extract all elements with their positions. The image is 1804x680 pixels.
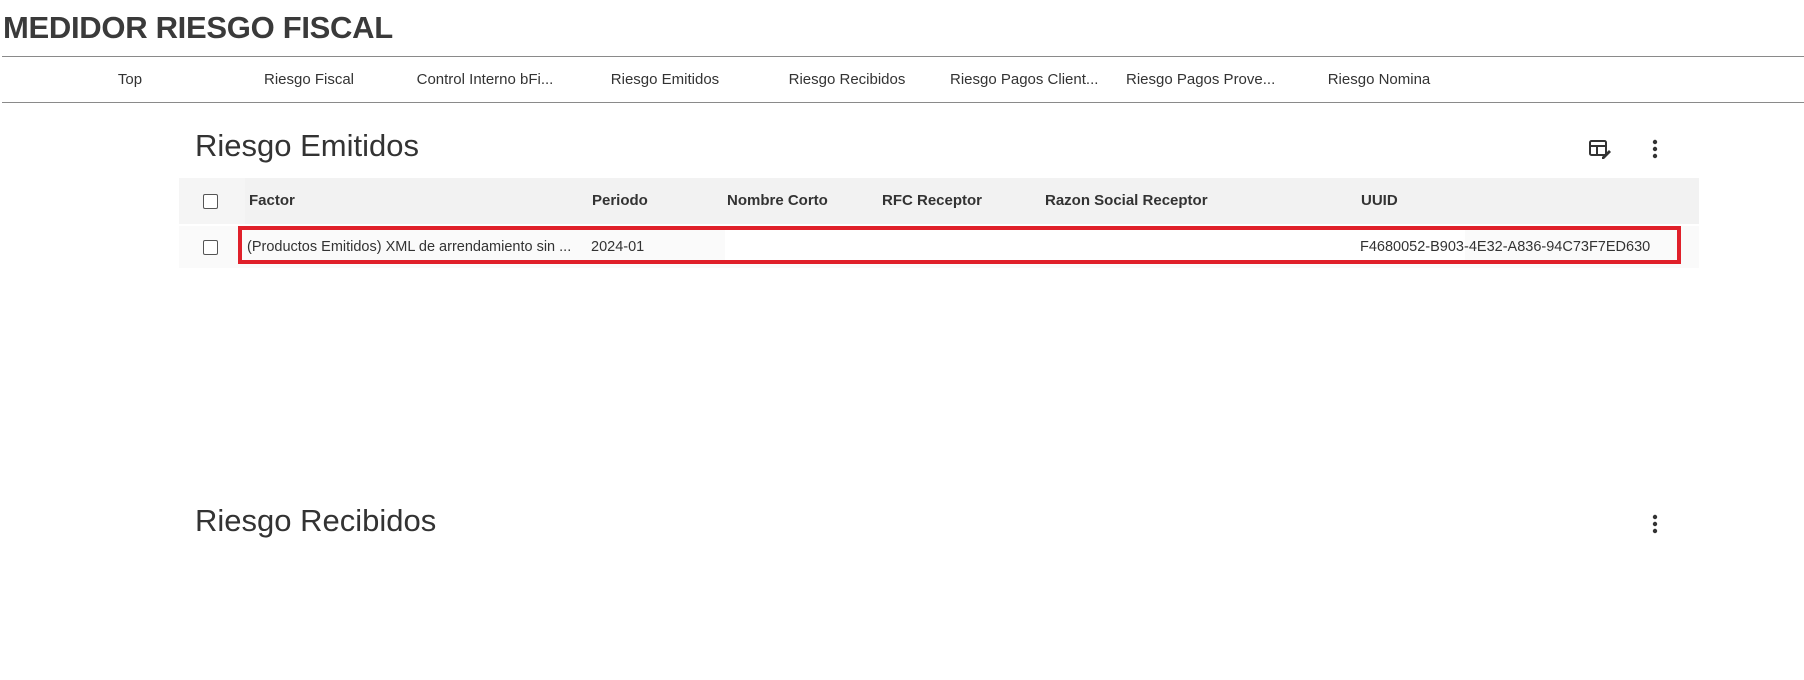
tab-riesgo-emitidos[interactable]: Riesgo Emitidos	[602, 57, 728, 102]
tab-riesgo-pagos-clientes[interactable]: Riesgo Pagos Client...	[950, 57, 1098, 102]
select-all-cell	[179, 178, 242, 224]
row-checkbox[interactable]	[203, 239, 218, 255]
section-title-emitidos: Riesgo Emitidos	[195, 128, 419, 163]
col-header-periodo[interactable]: Periodo	[592, 178, 648, 224]
col-header-nombre-corto[interactable]: Nombre Corto	[727, 178, 828, 224]
tab-bar: Top Riesgo Fiscal Control Interno bFi...…	[2, 57, 1804, 103]
cell-factor[interactable]: (Productos Emitidos) XML de arrendamient…	[247, 226, 577, 268]
table-edit-icon[interactable]	[1586, 135, 1614, 163]
tab-top[interactable]: Top	[94, 57, 166, 102]
cell-uuid[interactable]: F4680052-B903-4E32-A836-94C73F7ED630	[1360, 226, 1650, 268]
table-header: Factor Periodo Nombre Corto RFC Receptor…	[179, 178, 1699, 224]
tab-riesgo-pagos-proveedores[interactable]: Riesgo Pagos Prove...	[1126, 57, 1275, 102]
tab-riesgo-fiscal[interactable]: Riesgo Fiscal	[254, 57, 364, 102]
app-title: MEDIDOR RIESGO FISCAL	[3, 10, 393, 45]
more-vert-icon[interactable]	[1641, 135, 1669, 163]
section-title-recibidos: Riesgo Recibidos	[195, 503, 437, 538]
col-header-uuid[interactable]: UUID	[1361, 178, 1398, 224]
col-header-factor[interactable]: Factor	[249, 178, 295, 224]
emitidos-table: Factor Periodo Nombre Corto RFC Receptor…	[179, 178, 1699, 268]
select-all-checkbox[interactable]	[203, 193, 218, 209]
cell-bg	[725, 230, 1465, 260]
col-header-razon-social[interactable]: Razon Social Receptor	[1045, 178, 1208, 224]
tab-riesgo-nomina[interactable]: Riesgo Nomina	[1320, 57, 1438, 102]
tab-control-interno[interactable]: Control Interno bFi...	[410, 57, 560, 102]
col-header-rfc-receptor[interactable]: RFC Receptor	[882, 178, 982, 224]
more-vert-icon[interactable]	[1641, 510, 1669, 538]
cell-periodo[interactable]: 2024-01	[591, 226, 644, 268]
tab-riesgo-recibidos[interactable]: Riesgo Recibidos	[782, 57, 912, 102]
row-select-cell	[179, 226, 242, 268]
table-row[interactable]: (Productos Emitidos) XML de arrendamient…	[179, 226, 1699, 268]
